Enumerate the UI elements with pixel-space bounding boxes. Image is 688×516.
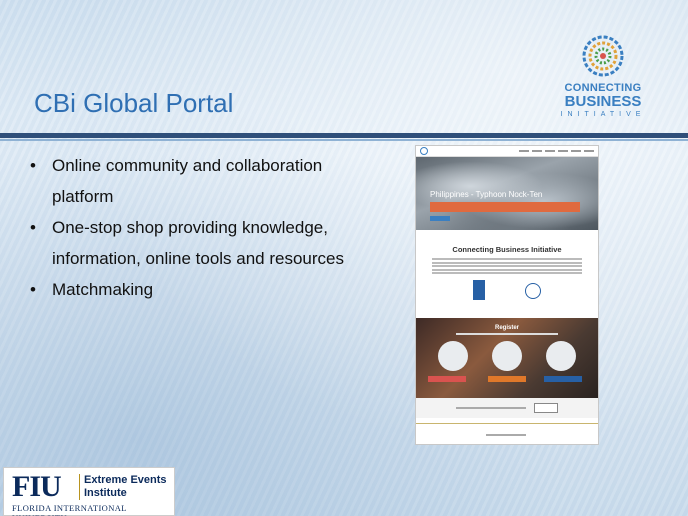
fiu-org-line1: Extreme Events — [84, 474, 167, 486]
organization-icon — [492, 341, 522, 371]
website-subscribe-button — [534, 403, 558, 413]
title-divider-accent — [0, 139, 688, 141]
register-network-button — [544, 376, 582, 382]
cbi-logo: CONNECTING BUSINESS INITIATIVE — [548, 34, 658, 118]
bullet-icon: • — [30, 218, 36, 237]
bullet-item: • Online community and collaboration pla… — [30, 150, 370, 212]
connecting-business-circle-icon — [582, 35, 624, 77]
website-register-title: Register — [494, 325, 519, 331]
website-subscribe-bar — [416, 398, 598, 418]
bullet-item: • Matchmaking — [30, 274, 370, 305]
website-register-section: Register — [416, 318, 598, 398]
cbi-logo-line2: BUSINESS — [564, 93, 642, 110]
cbi-logo-line3: INITIATIVE — [560, 111, 646, 118]
website-register-subtitle-bar — [456, 333, 558, 335]
website-screenshot: Philippines - Typhoon Nock-Ten Connectin… — [415, 145, 599, 445]
website-hero-button — [430, 216, 450, 221]
fiu-mark: FIU — [12, 470, 62, 503]
bullet-icon: • — [30, 280, 36, 299]
website-footer — [416, 423, 598, 444]
network-icon — [546, 341, 576, 371]
website-brand — [420, 147, 428, 155]
fiu-university-name: FLORIDA INTERNATIONAL UNIVERSITY — [12, 503, 127, 516]
register-organization-button — [488, 376, 526, 382]
website-section-text — [432, 258, 582, 274]
website-section-title: Connecting Business Initiative — [452, 245, 562, 254]
bullet-list: • Online community and collaboration pla… — [30, 150, 370, 305]
fiu-org-line2: Institute — [84, 487, 127, 499]
bullet-text: One-stop shop providing knowledge, infor… — [52, 218, 344, 268]
website-nav-links — [519, 150, 594, 152]
ocha-logo-icon — [525, 283, 541, 299]
slide: CBi Global Portal CONNECTING BUSINESS IN… — [0, 0, 688, 516]
fiu-logo-divider — [79, 474, 80, 500]
website-navbar — [416, 146, 598, 157]
website-hero-subtitle-bar — [430, 202, 580, 212]
bullet-icon: • — [30, 156, 36, 175]
website-hero-title: Philippines - Typhoon Nock-Ten — [430, 190, 543, 199]
bullet-text: Online community and collaboration platf… — [52, 156, 323, 206]
fiu-logo: FIU Extreme Events Institute FLORIDA INT… — [3, 467, 175, 516]
bullet-text: Matchmaking — [52, 280, 154, 299]
register-user-button — [428, 376, 466, 382]
bullet-item: • One-stop shop providing knowledge, inf… — [30, 212, 370, 274]
website-logo-icon — [420, 147, 428, 155]
website-hero-banner: Philippines - Typhoon Nock-Ten — [416, 157, 598, 230]
website-about-section: Connecting Business Initiative — [416, 230, 598, 300]
undp-logo-icon — [473, 280, 485, 300]
title-divider — [0, 133, 688, 138]
website-subscribe-text — [456, 407, 526, 409]
slide-title: CBi Global Portal — [34, 88, 234, 118]
website-partner-logos — [416, 280, 598, 300]
person-icon — [438, 341, 468, 371]
